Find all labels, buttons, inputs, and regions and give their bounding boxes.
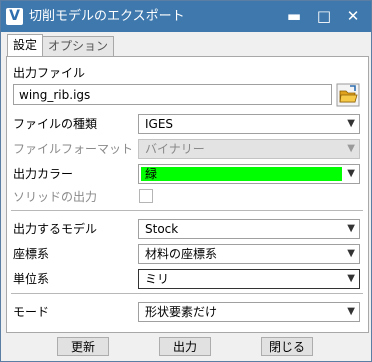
- separator: [11, 293, 363, 294]
- output-model-dropdown[interactable]: Stock ▼: [138, 219, 360, 239]
- chevron-down-icon: ▼: [347, 143, 355, 154]
- file-format-value: バイナリー: [145, 142, 205, 156]
- close-button[interactable]: 閉じる: [261, 337, 313, 356]
- mode-label: モード: [13, 305, 50, 319]
- color-swatch: [141, 167, 342, 181]
- title-bar[interactable]: V 切削モデルのエクスポート ▬ □ ✕: [1, 1, 371, 32]
- chevron-down-icon: ▼: [347, 273, 355, 284]
- output-file-field[interactable]: [13, 84, 332, 105]
- tab-options[interactable]: オプション: [42, 36, 115, 56]
- file-format-label: ファイルフォーマット: [13, 142, 134, 156]
- chevron-down-icon: ▼: [347, 118, 355, 129]
- tab-settings[interactable]: 設定: [7, 34, 44, 56]
- file-type-value: IGES: [145, 117, 174, 131]
- file-format-dropdown: バイナリー ▼: [138, 139, 360, 159]
- settings-panel: 出力ファイル ファイルの種類 IGES ▼ ファイルフォーマット バイナリー ▼…: [6, 56, 369, 333]
- chevron-down-icon: ▼: [347, 223, 355, 234]
- output-model-label: 出力するモデル: [13, 222, 98, 236]
- units-label: 単位系: [13, 272, 50, 286]
- chevron-down-icon: ▼: [347, 248, 355, 259]
- output-color-label: 出力カラー: [13, 167, 74, 181]
- output-model-value: Stock: [145, 222, 179, 236]
- separator: [11, 210, 363, 211]
- export-dialog: V 切削モデルのエクスポート ▬ □ ✕ 設定 オプション 出力ファイル ファイ…: [0, 0, 372, 362]
- mode-value: 形状要素だけ: [145, 305, 218, 319]
- output-file-input[interactable]: [19, 86, 319, 103]
- output-button[interactable]: 出力: [159, 337, 211, 356]
- minimize-icon[interactable]: ▬: [281, 6, 307, 26]
- mode-dropdown[interactable]: 形状要素だけ ▼: [138, 302, 360, 322]
- update-button[interactable]: 更新: [57, 337, 109, 356]
- units-value: ミリ: [145, 272, 170, 286]
- maximize-icon[interactable]: □: [311, 6, 337, 26]
- chevron-down-icon: ▼: [347, 168, 355, 179]
- file-type-label: ファイルの種類: [13, 117, 98, 131]
- window-title: 切削モデルのエクスポート: [29, 9, 185, 24]
- output-color-dropdown[interactable]: 緑 ▼: [138, 164, 360, 184]
- close-icon[interactable]: ✕: [340, 6, 366, 26]
- file-type-dropdown[interactable]: IGES ▼: [138, 114, 360, 134]
- output-file-label: 出力ファイル: [13, 66, 86, 80]
- app-logo-icon: V: [6, 8, 23, 25]
- solid-output-label: ソリッドの出力: [13, 190, 98, 204]
- coordinate-system-dropdown[interactable]: 材料の座標系 ▼: [138, 244, 360, 264]
- coordinate-system-label: 座標系: [13, 247, 50, 261]
- chevron-down-icon: ▼: [347, 306, 355, 317]
- browse-folder-icon[interactable]: [336, 83, 360, 107]
- units-dropdown[interactable]: ミリ ▼: [138, 269, 360, 289]
- solid-output-checkbox[interactable]: [139, 189, 153, 203]
- coordinate-system-value: 材料の座標系: [145, 247, 218, 261]
- output-color-value: 緑: [145, 167, 158, 181]
